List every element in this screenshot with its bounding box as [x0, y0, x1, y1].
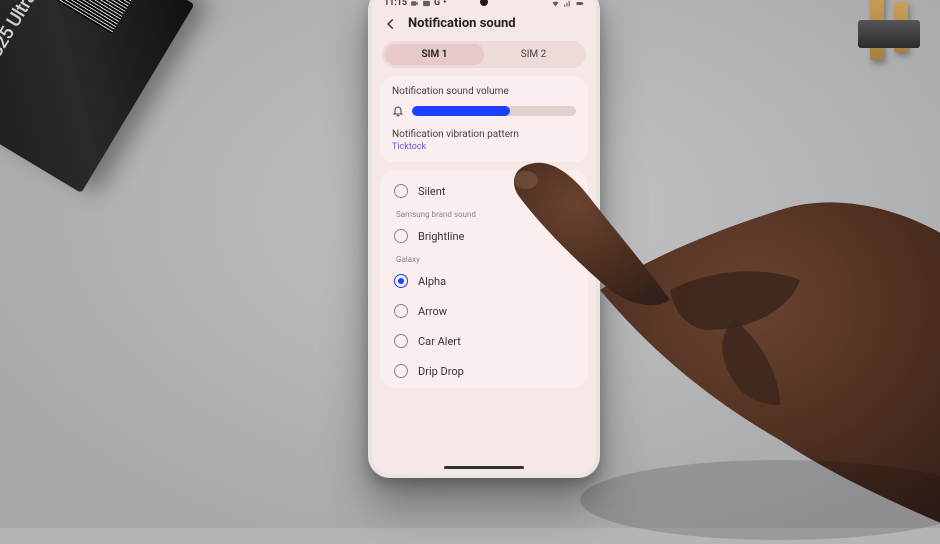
tab-sim1[interactable]: SIM 1: [385, 44, 484, 65]
phone-screen: 11:15 G • Notification sound SIM 1 SIM 2…: [372, 0, 596, 474]
radio-icon: [394, 304, 408, 318]
sound-label: Drip Drop: [418, 365, 464, 378]
page-title: Notification sound: [408, 16, 516, 31]
volume-card: Notification sound volume Notification v…: [380, 76, 588, 162]
sound-option-car-alert[interactable]: Car Alert: [384, 326, 584, 356]
vibration-title: Notification vibration pattern: [392, 129, 576, 140]
product-box-label: Galaxy S25 Ultra: [0, 0, 72, 112]
radio-icon: [394, 184, 408, 198]
radio-selected-icon: [394, 274, 408, 288]
sound-option-brightline[interactable]: Brightline: [384, 221, 584, 251]
radio-icon: [394, 364, 408, 378]
sound-option-alpha[interactable]: Alpha: [384, 266, 584, 296]
volume-slider[interactable]: [412, 106, 576, 116]
camera-status-icon: [410, 0, 419, 8]
home-indicator[interactable]: [444, 466, 524, 469]
sound-label: Car Alert: [418, 335, 461, 348]
battery-icon: [575, 0, 584, 8]
radio-icon: [394, 334, 408, 348]
vibration-value: Ticktock: [392, 142, 576, 152]
bell-icon: [392, 105, 404, 117]
sound-label: Alpha: [418, 275, 446, 288]
message-status-icon: [422, 0, 431, 8]
sim-tabs: SIM 1 SIM 2: [382, 41, 586, 68]
radio-icon: [394, 229, 408, 243]
wifi-icon: [551, 0, 560, 8]
back-icon[interactable]: [384, 17, 398, 31]
signal-icon: [563, 0, 572, 8]
barcode-icon: [26, 0, 143, 34]
group-header-galaxy: Galaxy: [384, 251, 584, 266]
status-indicator-text: G: [434, 0, 440, 8]
vibration-pattern-row[interactable]: Notification vibration pattern Ticktock: [392, 129, 576, 152]
sound-option-drip-drop[interactable]: Drip Drop: [384, 356, 584, 386]
group-header-samsung: Samsung brand sound: [384, 206, 584, 221]
tab-sim2[interactable]: SIM 2: [484, 44, 583, 65]
sound-list: Silent Samsung brand sound Brightline Ga…: [380, 170, 588, 388]
sound-option-silent[interactable]: Silent: [384, 176, 584, 206]
sound-option-arrow[interactable]: Arrow: [384, 296, 584, 326]
sound-label: Arrow: [418, 305, 447, 318]
volume-label: Notification sound volume: [392, 86, 576, 97]
page-header: Notification sound: [372, 10, 596, 41]
sound-label: Silent: [418, 185, 445, 198]
volume-slider-fill: [412, 106, 510, 116]
status-time: 11:15: [384, 0, 407, 8]
status-more-icon: •: [443, 0, 446, 8]
wooden-clamp: [850, 0, 940, 80]
phone-frame: 11:15 G • Notification sound SIM 1 SIM 2…: [368, 0, 600, 478]
sound-label: Brightline: [418, 230, 464, 243]
